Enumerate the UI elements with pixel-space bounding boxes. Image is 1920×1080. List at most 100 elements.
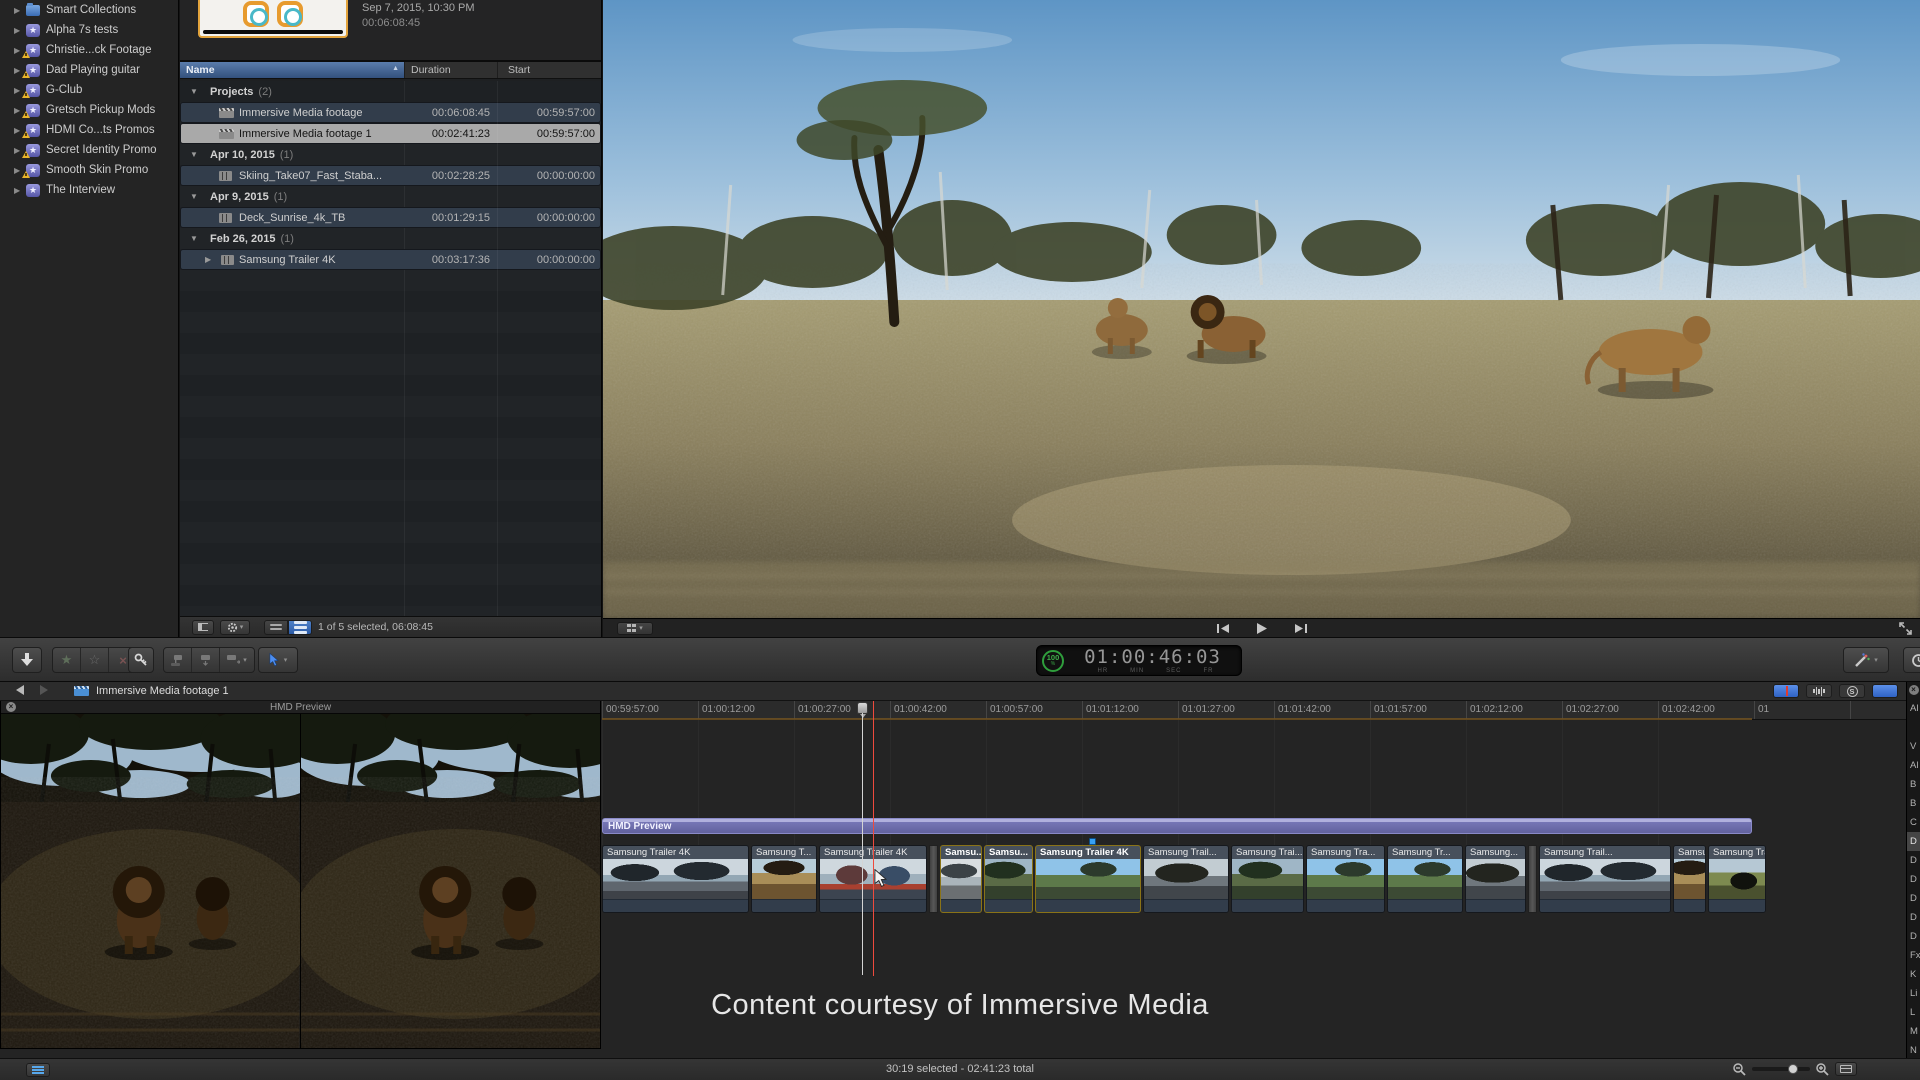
timeline-clip[interactable]: Samsung Trail... [1539, 845, 1671, 913]
skimming-toggle[interactable] [1773, 684, 1799, 698]
browser-clip-row[interactable]: ▶ Skiing_Take07_Fast_Staba... 00:02:28:2… [180, 165, 601, 186]
timeline-clip[interactable]: Samsung... [1465, 845, 1526, 913]
timeline-clip[interactable]: Samsung Tra... [1306, 845, 1385, 913]
column-header-start[interactable]: Start [497, 62, 601, 78]
disclosure-triangle-icon[interactable]: ▶ [14, 6, 26, 15]
right-panel-item[interactable]: D [1907, 908, 1920, 927]
right-panel-item[interactable]: L [1907, 1003, 1920, 1022]
sidebar-item[interactable]: ▶ Dad Playing guitar [0, 60, 178, 80]
right-panel-item[interactable]: V [1907, 737, 1920, 756]
insert-edit-button[interactable] [192, 648, 220, 672]
zoom-in-icon[interactable] [1816, 1063, 1829, 1076]
unrate-button[interactable]: ☆ [81, 648, 109, 672]
browser-clip-row[interactable]: ▶ Immersive Media footage 00:06:08:45 00… [180, 102, 601, 123]
browser-clip-row[interactable]: ▶ Immersive Media footage 1 00:02:41:23 … [180, 123, 601, 144]
sidebar-item[interactable]: ▶ The Interview [0, 180, 178, 200]
right-panel-item[interactable]: Fx [1907, 946, 1920, 965]
previous-frame-button[interactable] [1213, 621, 1235, 636]
connect-edit-button[interactable] [164, 648, 192, 672]
sidebar-item[interactable]: ▶ G-Club [0, 80, 178, 100]
disclosure-triangle-icon[interactable]: ▶ [14, 186, 26, 195]
close-icon[interactable]: × [6, 702, 16, 712]
sidebar-item[interactable]: ▶ Secret Identity Promo [0, 140, 178, 160]
play-button[interactable] [1251, 621, 1273, 636]
keyword-editor-button[interactable] [128, 647, 154, 673]
browser-group-row[interactable]: ▼ Apr 10, 2015 (1) [180, 144, 601, 165]
insert-clip-icon [199, 655, 212, 666]
audio-skimming-toggle[interactable] [1806, 684, 1832, 698]
sidebar-item[interactable]: ▶ Christie...ck Footage [0, 40, 178, 60]
solo-toggle[interactable] [1872, 684, 1898, 698]
right-panel-item[interactable]: D [1907, 870, 1920, 889]
clip-marker[interactable] [1089, 838, 1096, 845]
right-panel-item[interactable]: B [1907, 794, 1920, 813]
right-panel-item[interactable]: K [1907, 965, 1920, 984]
right-panel-item[interactable]: Al [1907, 699, 1920, 718]
timeline-clip[interactable]: Samsung Trail... [1708, 845, 1766, 913]
zoom-slider-thumb[interactable] [1788, 1064, 1798, 1074]
browser-clip-row[interactable]: ▶ Samsung Trailer 4K 00:03:17:36 00:00:0… [180, 249, 601, 270]
sidebar-item[interactable]: ▶ Smooth Skin Promo [0, 160, 178, 180]
disclosure-triangle-icon[interactable]: ▼ [190, 192, 198, 201]
browser-group-row[interactable]: ▼ Projects (2) [180, 81, 601, 102]
disclosure-triangle-icon[interactable]: ▼ [190, 234, 198, 243]
disclosure-triangle-icon[interactable]: ▼ [190, 150, 198, 159]
browser-group-row[interactable]: ▼ Feb 26, 2015 (1) [180, 228, 601, 249]
next-frame-button[interactable] [1289, 621, 1311, 636]
right-panel-item[interactable] [1907, 718, 1920, 737]
import-media-button[interactable] [12, 647, 42, 673]
right-panel-item[interactable]: D [1907, 832, 1920, 851]
timeline-clip[interactable]: Samsung Trailer 4K [1035, 845, 1141, 913]
select-tool-button[interactable]: ▾ [258, 647, 298, 673]
timeline-forward-button[interactable] [40, 685, 48, 695]
filter-gear-button[interactable] [220, 620, 250, 635]
right-panel-item[interactable]: D [1907, 851, 1920, 870]
hide-sidebar-button[interactable] [192, 620, 214, 635]
timeline-clip[interactable]: Samsung Trail... [1143, 845, 1229, 913]
selected-clip-thumbnail[interactable] [198, 0, 348, 38]
timeline-clip[interactable]: Samsung T... [751, 845, 817, 913]
clip-appearance-button[interactable] [1835, 1062, 1857, 1076]
sidebar-item[interactable]: ▶ Smart Collections [0, 0, 178, 20]
right-panel-item[interactable]: D [1907, 889, 1920, 908]
disclosure-triangle-icon[interactable]: ▶ [205, 255, 211, 264]
column-header-name[interactable]: Name [180, 62, 404, 78]
hmd-titlebar[interactable]: × HMD Preview [1, 701, 600, 714]
favorite-button[interactable]: ★ [53, 648, 81, 672]
ruler-label: 01:00:57:00 [990, 704, 1043, 715]
gap-clip[interactable] [929, 845, 938, 913]
title-clip-hmd-preview[interactable]: HMD Preview [602, 818, 1752, 834]
right-panel-item[interactable]: Li [1907, 984, 1920, 1003]
timeline-back-button[interactable] [16, 685, 24, 695]
append-edit-button[interactable]: ▾ [220, 648, 254, 672]
browser-group-row[interactable]: ▼ Apr 9, 2015 (1) [180, 186, 601, 207]
snapping-toggle[interactable]: S [1839, 684, 1865, 698]
timeline-clip[interactable]: Samsu... [1673, 845, 1706, 913]
zoom-slider[interactable] [1752, 1067, 1810, 1071]
column-header-duration[interactable]: Duration [404, 62, 497, 78]
sidebar-item[interactable]: ▶ HDMI Co...ts Promos [0, 120, 178, 140]
right-panel-item[interactable]: C [1907, 813, 1920, 832]
disclosure-triangle-icon[interactable]: ▼ [190, 87, 198, 96]
timecode-display[interactable]: 100 01:00:46:03 HR MIN SEC FR [1036, 645, 1242, 676]
zoom-out-icon[interactable] [1733, 1063, 1746, 1076]
right-panel-item[interactable]: N [1907, 1041, 1920, 1058]
right-panel-item[interactable]: D [1907, 927, 1920, 946]
timeline-clip[interactable]: Samsu... [984, 845, 1033, 913]
close-icon[interactable]: × [1909, 685, 1919, 695]
timeline-clip[interactable]: Samsung Trailer 4K [602, 845, 749, 913]
right-panel-item[interactable]: B [1907, 775, 1920, 794]
browser-clip-row[interactable]: ▶ Deck_Sunrise_4k_TB 00:01:29:15 00:00:0… [180, 207, 601, 228]
right-panel-item[interactable]: M [1907, 1022, 1920, 1041]
gap-clip[interactable] [1528, 845, 1537, 913]
timeline-clip[interactable]: Samsung Tr... [1387, 845, 1463, 913]
disclosure-triangle-icon[interactable]: ▶ [14, 26, 26, 35]
timeline-clip[interactable]: Samsung Trai... [1231, 845, 1304, 913]
sidebar-item[interactable]: ▶ Gretsch Pickup Mods [0, 100, 178, 120]
timeline-clip[interactable]: Samsu... [940, 845, 982, 913]
viewer-options-button[interactable] [617, 622, 653, 635]
sidebar-item[interactable]: ▶ Alpha 7s tests [0, 20, 178, 40]
right-panel-item[interactable]: Al [1907, 756, 1920, 775]
enhancements-button[interactable]: ▾ [1843, 647, 1889, 673]
retime-button[interactable] [1903, 647, 1920, 673]
